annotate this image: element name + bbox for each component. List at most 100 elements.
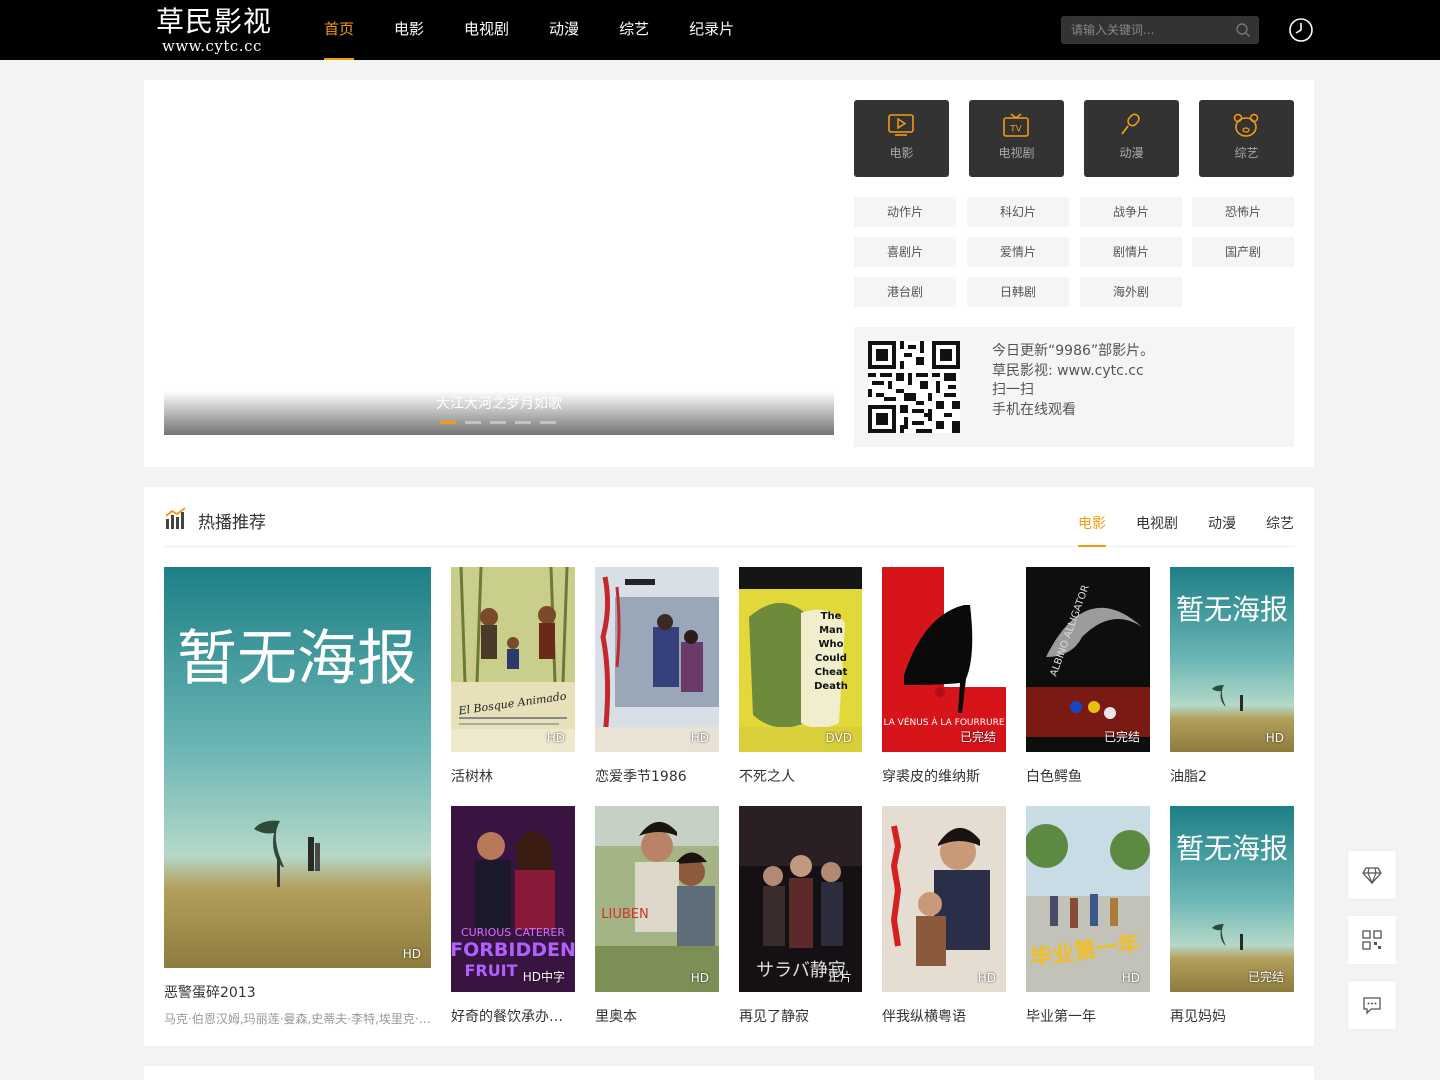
site-logo[interactable]: 草民影视 www.cytc.cc <box>156 6 286 56</box>
svg-text:CURIOUS CATERER: CURIOUS CATERER <box>461 926 565 939</box>
slider-dot[interactable] <box>515 421 531 424</box>
movie-poster[interactable]: HD <box>595 567 719 752</box>
movie-title[interactable]: 恶警蛋碎2013 <box>164 982 431 1002</box>
svg-text:Death: Death <box>814 681 848 692</box>
movie-title[interactable]: 不死之人 <box>739 766 862 786</box>
genre-tag[interactable]: 海外剧 <box>1080 277 1182 307</box>
movie-card[interactable]: ALBINO ALLIGATOR 已完结 白色鳄鱼 <box>1026 567 1150 786</box>
movie-poster[interactable]: 暂无海报 HD <box>164 567 431 968</box>
genre-tag[interactable]: 国产剧 <box>1192 237 1294 267</box>
genre-tag[interactable]: 港台剧 <box>854 277 956 307</box>
nav-item-documentary[interactable]: 纪录片 <box>689 0 734 60</box>
poster-placeholder-text: 暂无海报 <box>177 624 417 694</box>
quality-badge: 已完结 <box>959 730 996 744</box>
poster-placeholder-text: 暂无海报 <box>1176 832 1288 865</box>
vip-button[interactable] <box>1347 850 1397 900</box>
nav-item-variety[interactable]: 综艺 <box>619 0 649 60</box>
movie-poster[interactable]: The Man Who Could Cheat Death DVD <box>739 567 862 752</box>
slider-dot[interactable] <box>490 421 506 424</box>
tv-icon: TV <box>1003 113 1029 137</box>
slider-dot[interactable] <box>440 421 456 424</box>
nav-item-home[interactable]: 首页 <box>324 0 355 60</box>
slider-caption[interactable]: 大江大河之岁月如歌 <box>164 393 834 413</box>
quality-badge: HD <box>546 731 565 745</box>
slider-dot[interactable] <box>465 421 481 424</box>
search-input[interactable] <box>1061 16 1231 44</box>
movie-poster[interactable]: 暂无海报 HD <box>1170 567 1294 752</box>
scan-text: 扫一扫 <box>992 382 1034 398</box>
movie-title[interactable]: 毕业第一年 <box>1026 1006 1150 1026</box>
category-variety[interactable]: 综艺 <box>1199 100 1294 177</box>
movie-card[interactable]: CURIOUS CATERER FORBIDDEN FRUIT HD中字 好奇的… <box>451 806 575 1026</box>
movie-card[interactable]: 毕业第一年 HD 毕业第一年 <box>1026 806 1150 1026</box>
movie-title[interactable]: 恋爱季节1986 <box>595 766 719 786</box>
movie-title[interactable]: 穿裘皮的维纳斯 <box>882 766 1006 786</box>
diamond-icon <box>1362 867 1382 885</box>
movie-title[interactable]: 伴我纵横粤语 <box>882 1006 1006 1026</box>
mobile-app-promo: 今日更新“9986”部影片。 草民影视: www.cytc.cc 扫一扫 手机在… <box>854 327 1294 447</box>
movie-card[interactable]: サラバ静寂 正片 再见了静寂 <box>739 806 862 1026</box>
category-label: 综艺 <box>1234 146 1259 160</box>
movie-poster[interactable]: CURIOUS CATERER FORBIDDEN FRUIT HD中字 <box>451 806 575 992</box>
movie-card[interactable]: The Man Who Could Cheat Death DVD 不死之人 <box>739 567 862 786</box>
genre-tag[interactable]: 喜剧片 <box>854 237 956 267</box>
tab-tv[interactable]: 电视剧 <box>1136 487 1178 547</box>
movie-card[interactable]: HD 恋爱季节1986 <box>595 567 719 786</box>
category-label: 电视剧 <box>998 146 1035 160</box>
genre-tag[interactable]: 爱情片 <box>967 237 1069 267</box>
banner-slider[interactable]: 大江大河之岁月如歌 <box>164 100 834 435</box>
movie-poster[interactable]: 暂无海报 已完结 <box>1170 806 1294 992</box>
genre-tag[interactable]: 恐怖片 <box>1192 197 1294 227</box>
qr-code-button[interactable] <box>1347 915 1397 965</box>
movie-card[interactable]: El Bosque Animado HD 活树林 <box>451 567 575 786</box>
featured-movie-card[interactable]: 暂无海报 HD 恶警蛋碎2013 马克·伯恩汉姆,玛丽莲·曼森,史蒂夫·李特,埃… <box>164 567 431 1027</box>
search-box <box>1061 16 1259 44</box>
genre-tag[interactable]: 日韩剧 <box>967 277 1069 307</box>
movie-poster[interactable]: El Bosque Animado HD <box>451 567 575 752</box>
movie-poster[interactable]: LIUBEN HD <box>595 806 719 992</box>
svg-text:FRUIT: FRUIT <box>464 961 517 980</box>
tab-variety[interactable]: 综艺 <box>1266 487 1294 547</box>
mobile-watch-text: 手机在线观看 <box>992 401 1076 418</box>
nav-item-tv[interactable]: 电视剧 <box>464 0 509 60</box>
genre-tag[interactable]: 战争片 <box>1080 197 1182 227</box>
quality-badge: 已完结 <box>1103 730 1140 744</box>
category-movies[interactable]: 电影 <box>854 100 949 177</box>
movie-card[interactable]: HD 伴我纵横粤语 <box>882 806 1006 1026</box>
play-screen-icon <box>888 114 914 136</box>
tab-movies[interactable]: 电影 <box>1078 487 1106 547</box>
section-tabs: 电影 电视剧 动漫 综艺 <box>1048 487 1294 547</box>
movie-title[interactable]: 再见了静寂 <box>739 1006 862 1026</box>
history-clock-icon[interactable] <box>1288 17 1314 43</box>
movie-card[interactable]: LA VÉNUS À LA FOURRURE 已完结 穿裘皮的维纳斯 <box>882 567 1006 786</box>
slider-dot[interactable] <box>540 421 556 424</box>
movie-title[interactable]: 活树林 <box>451 766 575 786</box>
movie-poster[interactable]: 毕业第一年 HD <box>1026 806 1150 992</box>
movie-title[interactable]: 白色鳄鱼 <box>1026 766 1150 786</box>
movie-card[interactable]: 暂无海报 已完结 再见妈妈 <box>1170 806 1294 1026</box>
genre-tag[interactable]: 科幻片 <box>967 197 1069 227</box>
category-tv[interactable]: TV 电视剧 <box>969 100 1064 177</box>
tab-anime[interactable]: 动漫 <box>1208 487 1236 547</box>
nav-item-anime[interactable]: 动漫 <box>549 0 579 60</box>
movie-title[interactable]: 里奥本 <box>595 1006 719 1026</box>
feedback-button[interactable] <box>1347 980 1397 1030</box>
genre-tag[interactable]: 剧情片 <box>1080 237 1182 267</box>
nav-item-movies[interactable]: 电影 <box>394 0 424 60</box>
movie-poster[interactable]: HD <box>882 806 1006 992</box>
movie-title[interactable]: 油脂2 <box>1170 766 1294 786</box>
bear-icon <box>1233 113 1259 137</box>
section-title: 热播推荐 <box>198 513 266 533</box>
movie-poster[interactable]: サラバ静寂 正片 <box>739 806 862 992</box>
svg-text:Man: Man <box>819 625 843 636</box>
movie-card[interactable]: LIUBEN HD 里奥本 <box>595 806 719 1026</box>
category-anime[interactable]: 动漫 <box>1084 100 1179 177</box>
search-icon[interactable] <box>1235 22 1251 38</box>
movie-poster[interactable]: LA VÉNUS À LA FOURRURE 已完结 <box>882 567 1006 752</box>
movie-title[interactable]: 好奇的餐饮承办商：禁果 <box>451 1006 575 1026</box>
svg-text:The: The <box>821 611 842 622</box>
movie-title[interactable]: 再见妈妈 <box>1170 1006 1294 1026</box>
movie-card[interactable]: 暂无海报 HD 油脂2 <box>1170 567 1294 786</box>
genre-tag[interactable]: 动作片 <box>854 197 956 227</box>
movie-poster[interactable]: ALBINO ALLIGATOR 已完结 <box>1026 567 1150 752</box>
